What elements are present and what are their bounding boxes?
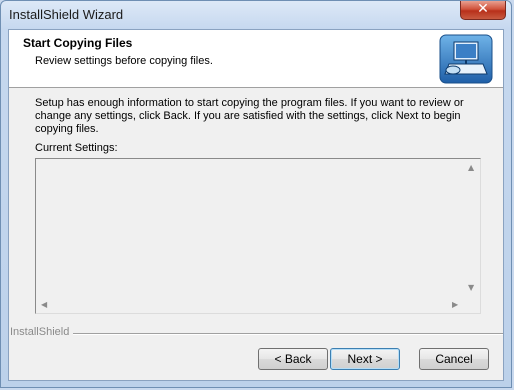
current-settings-label: Current Settings: <box>35 142 118 154</box>
footer-divider <box>69 333 503 335</box>
current-settings-textbox[interactable]: ▲ ▼ ◀ ▶ <box>35 158 481 314</box>
close-icon: ✕ <box>477 1 489 17</box>
vertical-scrollbar[interactable]: ▲ ▼ <box>464 159 480 297</box>
wizard-header: Start Copying Files Review settings befo… <box>9 30 503 88</box>
wizard-client-area: Start Copying Files Review settings befo… <box>8 29 504 381</box>
installshield-brand-label: InstallShield <box>10 326 74 338</box>
installshield-window: InstallShield Wizard ✕ Start Copying Fil… <box>0 0 512 388</box>
instruction-line-2: change any settings, click Back. If you … <box>35 110 461 122</box>
scroll-up-arrow-icon[interactable]: ▲ <box>468 164 474 172</box>
scroll-left-arrow-icon[interactable]: ◀ <box>41 301 47 309</box>
instruction-line-3: copying files. <box>35 123 99 135</box>
page-title: Start Copying Files <box>23 36 133 50</box>
scroll-right-arrow-icon[interactable]: ▶ <box>452 301 458 309</box>
horizontal-scrollbar[interactable]: ◀ ▶ <box>36 297 464 313</box>
instruction-line-1: Setup has enough information to start co… <box>35 97 464 109</box>
instruction-text: Setup has enough information to start co… <box>35 97 475 136</box>
back-button[interactable]: < Back <box>258 348 328 370</box>
title-bar[interactable]: InstallShield Wizard ✕ <box>1 1 513 29</box>
close-button[interactable]: ✕ <box>460 1 506 20</box>
cancel-button[interactable]: Cancel <box>419 348 489 370</box>
page-subtitle: Review settings before copying files. <box>35 55 213 67</box>
scroll-down-arrow-icon[interactable]: ▼ <box>468 284 474 292</box>
computer-install-icon <box>439 34 493 84</box>
next-button[interactable]: Next > <box>330 348 400 370</box>
window-title: InstallShield Wizard <box>9 7 124 22</box>
